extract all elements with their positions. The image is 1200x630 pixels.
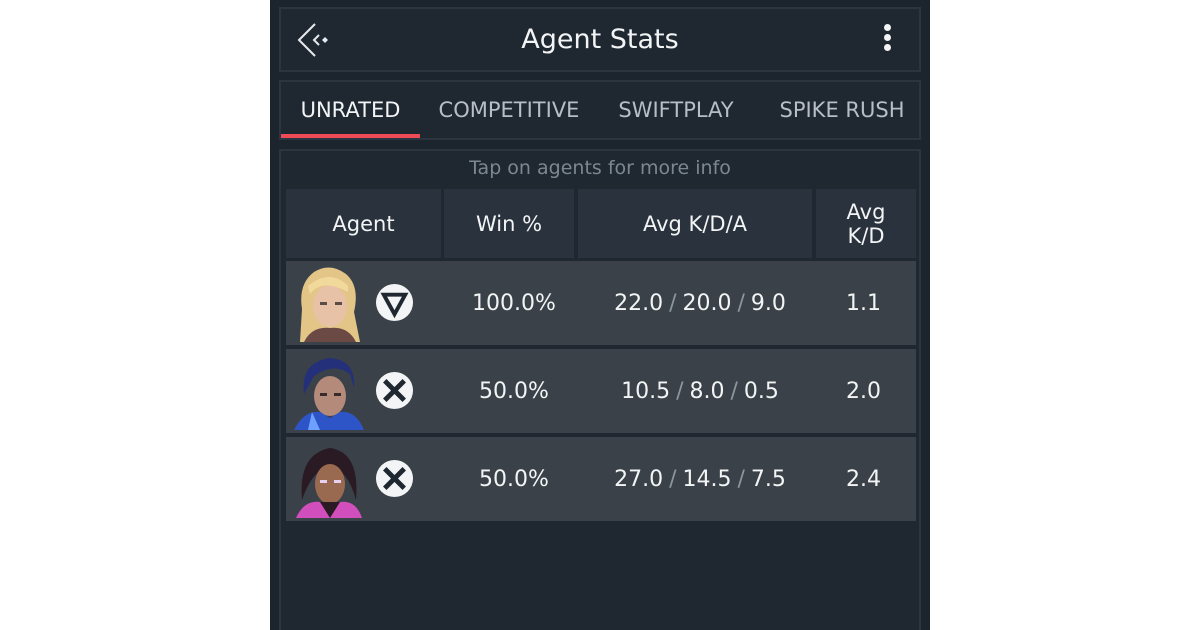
- column-header-agent: Agent: [286, 189, 441, 258]
- page-title: Agent Stats: [521, 24, 679, 55]
- kda-value: 22.0/20.0/9.0: [614, 290, 786, 316]
- table-row[interactable]: 100.0% 22.0/20.0/9.0 1.1: [286, 261, 916, 345]
- mode-tabs: UNRATED COMPETITIVE SWIFTPLAY SPIKE RUSH: [279, 80, 921, 140]
- assists: 9.0: [750, 290, 786, 316]
- tab-swiftplay[interactable]: SWIFTPLAY: [606, 82, 746, 138]
- more-vertical-icon: [879, 24, 895, 51]
- agent-portrait-icon: [290, 264, 366, 342]
- win-rate: 50.0%: [479, 466, 549, 492]
- tab-competitive[interactable]: COMPETITIVE: [429, 82, 589, 138]
- table-row[interactable]: 50.0% 27.0/14.5/7.5 2.4: [286, 437, 916, 521]
- deaths: 8.0: [689, 378, 725, 404]
- more-options-button[interactable]: [879, 24, 895, 56]
- kd-value: 2.4: [846, 466, 881, 492]
- deaths: 20.0: [682, 290, 732, 316]
- agent-portrait-icon: [290, 440, 366, 518]
- table-row[interactable]: 50.0% 10.5/8.0/0.5 2.0: [286, 349, 916, 433]
- kills: 22.0: [614, 290, 664, 316]
- agent-portrait-icon: [290, 352, 366, 430]
- deaths: 14.5: [682, 466, 732, 492]
- win-rate: 50.0%: [479, 378, 549, 404]
- loss-icon: [375, 459, 414, 498]
- kda-value: 27.0/14.5/7.5: [614, 466, 786, 492]
- kd-value: 2.0: [846, 378, 881, 404]
- loss-icon: [375, 371, 414, 410]
- column-header-win: Win %: [444, 189, 574, 258]
- kda-value: 10.5/8.0/0.5: [621, 378, 779, 404]
- kd-value: 1.1: [846, 290, 881, 316]
- app-screen: Agent Stats UNRATED COMPETITIVE SWIFTPLA…: [270, 0, 930, 630]
- kills: 27.0: [614, 466, 664, 492]
- hint-text: Tap on agents for more info: [469, 157, 731, 179]
- tab-spike-rush[interactable]: SPIKE RUSH: [766, 82, 918, 138]
- column-header-kda: Avg K/D/A: [578, 189, 812, 258]
- header-bar: Agent Stats: [279, 7, 921, 72]
- tab-unrated[interactable]: UNRATED: [281, 82, 420, 138]
- win-rate: 100.0%: [472, 290, 556, 316]
- assists: 0.5: [743, 378, 779, 404]
- active-tab-indicator: [281, 134, 420, 138]
- column-header-kd: Avg K/D: [816, 189, 916, 258]
- stats-panel: Tap on agents for more info Agent Win % …: [279, 149, 921, 630]
- assists: 7.5: [750, 466, 786, 492]
- win-icon: [375, 283, 414, 322]
- kills: 10.5: [621, 378, 671, 404]
